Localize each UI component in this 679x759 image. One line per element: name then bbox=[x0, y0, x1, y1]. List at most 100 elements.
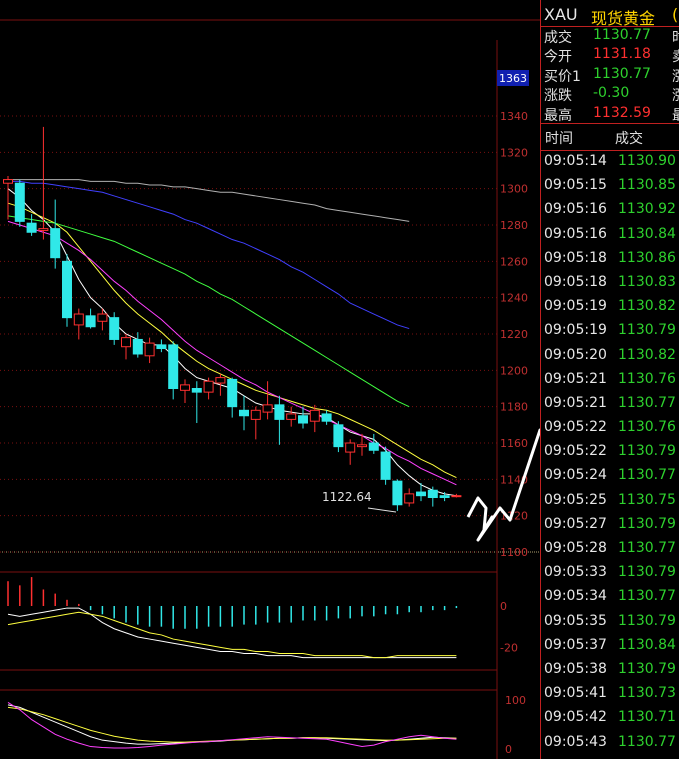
candle-body bbox=[132, 338, 143, 355]
quote-label: 买价1 bbox=[544, 68, 581, 85]
quote-cut-label: 卖 bbox=[672, 46, 679, 66]
candle-body bbox=[250, 409, 261, 420]
y-tick-label: 1160 bbox=[500, 437, 528, 450]
y-tick-label: 1100 bbox=[500, 546, 528, 559]
quote-cut-label: 涨 bbox=[672, 66, 679, 86]
tick-time: 09:05:41 bbox=[544, 685, 607, 702]
quote-row: 今开 1131.18 卖 bbox=[541, 45, 679, 66]
tick-time: 09:05:24 bbox=[544, 467, 607, 484]
ma-line bbox=[8, 179, 410, 222]
tick-time: 09:05:21 bbox=[544, 394, 607, 411]
tick-price: 1130.77 bbox=[618, 394, 676, 411]
quote-cut-label: 最 bbox=[672, 105, 679, 125]
candle-body bbox=[262, 404, 273, 413]
candle-body bbox=[345, 442, 356, 453]
quote-label: 成交 bbox=[544, 30, 572, 46]
ma-line bbox=[7, 188, 457, 497]
candle-body bbox=[309, 409, 320, 422]
candle-body bbox=[50, 228, 61, 259]
candles bbox=[3, 126, 462, 511]
candle-body bbox=[97, 313, 108, 322]
candle-body bbox=[298, 415, 308, 424]
kdj-line bbox=[7, 706, 457, 743]
tick-row: 09:05:43 1130.77 bbox=[541, 731, 679, 755]
tick-row: 09:05:21 1130.77 bbox=[541, 392, 679, 416]
tick-time: 09:05:19 bbox=[544, 298, 607, 315]
y-tick-label: 1240 bbox=[500, 292, 528, 305]
quote-panel: XAU 现货黄金 ( 成交 1130.77 时今开 1131.18 卖买价1 1130.7… bbox=[540, 0, 679, 759]
tick-time: 09:05:14 bbox=[544, 153, 607, 169]
candle-body bbox=[321, 413, 332, 422]
candle-body bbox=[380, 451, 391, 480]
candle-body bbox=[14, 182, 25, 222]
tick-row: 09:05:22 1130.76 bbox=[541, 416, 679, 440]
tick-price: 1130.77 bbox=[618, 540, 676, 556]
candle-body bbox=[439, 495, 450, 498]
quote-label: 今开 bbox=[544, 49, 572, 66]
tick-time: 09:05:42 bbox=[544, 709, 607, 726]
kline-chart: 1340 1320 1300 1280 1260 1240 1220 1200 1180 1160… bbox=[0, 19, 540, 759]
tick-price: 1130.76 bbox=[618, 370, 676, 387]
y-tick-label: 1340 bbox=[500, 110, 528, 123]
kdj-line bbox=[7, 704, 457, 745]
quote-cut-label: 涨 bbox=[672, 85, 679, 105]
candle-body bbox=[191, 388, 202, 393]
quote-label: 涨跌 bbox=[544, 88, 572, 105]
quote-value: 1131.18 bbox=[593, 46, 651, 63]
tick-row: 09:05:38 1130.79 bbox=[541, 658, 679, 682]
symbol-suffix: ( bbox=[672, 5, 679, 24]
tick-time: 09:05:37 bbox=[544, 636, 607, 653]
quote-cut-label: 时 bbox=[672, 27, 679, 47]
tick-list[interactable]: 09:05:14 1130.90 09:05:15 1130.85 09:05:16 11… bbox=[541, 150, 679, 755]
candle-body bbox=[427, 489, 438, 499]
tick-price: 1130.79 bbox=[618, 443, 676, 460]
candle-body bbox=[274, 404, 285, 420]
tick-time: 09:05:18 bbox=[544, 249, 607, 266]
tick-time: 09:05:27 bbox=[544, 515, 607, 532]
tick-row: 09:05:19 1130.79 bbox=[541, 319, 679, 343]
tick-row: 09:05:15 1130.85 bbox=[541, 174, 679, 198]
tick-time: 09:05:25 bbox=[544, 491, 607, 508]
candle-body bbox=[62, 260, 72, 319]
tick-price: 1130.77 bbox=[618, 467, 676, 484]
candle-body bbox=[357, 444, 367, 448]
candle-body bbox=[286, 413, 297, 420]
candle-body bbox=[451, 495, 462, 498]
tick-price: 1130.84 bbox=[618, 225, 676, 242]
moving-averages bbox=[7, 179, 457, 497]
kdj-panel bbox=[7, 702, 457, 749]
tick-price: 1130.79 bbox=[618, 564, 676, 581]
tick-price: 1130.71 bbox=[618, 709, 676, 726]
quote-header: XAU 现货黄金 ( bbox=[541, 0, 679, 28]
y-tick-label: 1280 bbox=[500, 219, 528, 232]
candle-body bbox=[392, 480, 403, 506]
tick-row: 09:05:25 1130.75 bbox=[541, 489, 679, 513]
candle-body bbox=[215, 377, 226, 384]
candle-body bbox=[26, 222, 37, 233]
tick-row: 09:05:21 1130.76 bbox=[541, 368, 679, 392]
y-tick-label: 1200 bbox=[500, 364, 528, 377]
tick-price: 1130.85 bbox=[618, 177, 676, 194]
candle-body bbox=[239, 409, 249, 417]
candle-body bbox=[156, 344, 167, 350]
tick-time: 09:05:28 bbox=[544, 540, 607, 556]
tick-row: 09:05:34 1130.77 bbox=[541, 585, 679, 609]
tick-row: 09:05:18 1130.86 bbox=[541, 247, 679, 271]
tick-price: 1130.77 bbox=[618, 733, 676, 750]
quote-value: 1130.77 bbox=[593, 27, 651, 43]
tick-row: 09:05:33 1130.79 bbox=[541, 561, 679, 585]
candle-body bbox=[109, 317, 120, 340]
candle-body bbox=[404, 493, 415, 504]
tick-price: 1130.79 bbox=[618, 612, 676, 629]
tick-row: 09:05:19 1130.82 bbox=[541, 295, 679, 319]
candle-body bbox=[203, 380, 214, 393]
tick-price: 1130.92 bbox=[618, 201, 676, 218]
tick-time: 09:05:34 bbox=[544, 588, 607, 605]
candle-body bbox=[38, 228, 49, 231]
quote-label: 最高 bbox=[544, 107, 572, 124]
tick-row: 09:05:22 1130.79 bbox=[541, 440, 679, 464]
candle-body bbox=[227, 378, 238, 408]
quote-row: 涨跌 -0.30 涨 bbox=[541, 84, 679, 105]
quote-row: 成交 1130.77 时 bbox=[541, 26, 679, 47]
tick-header-time: 时间 bbox=[545, 131, 573, 147]
